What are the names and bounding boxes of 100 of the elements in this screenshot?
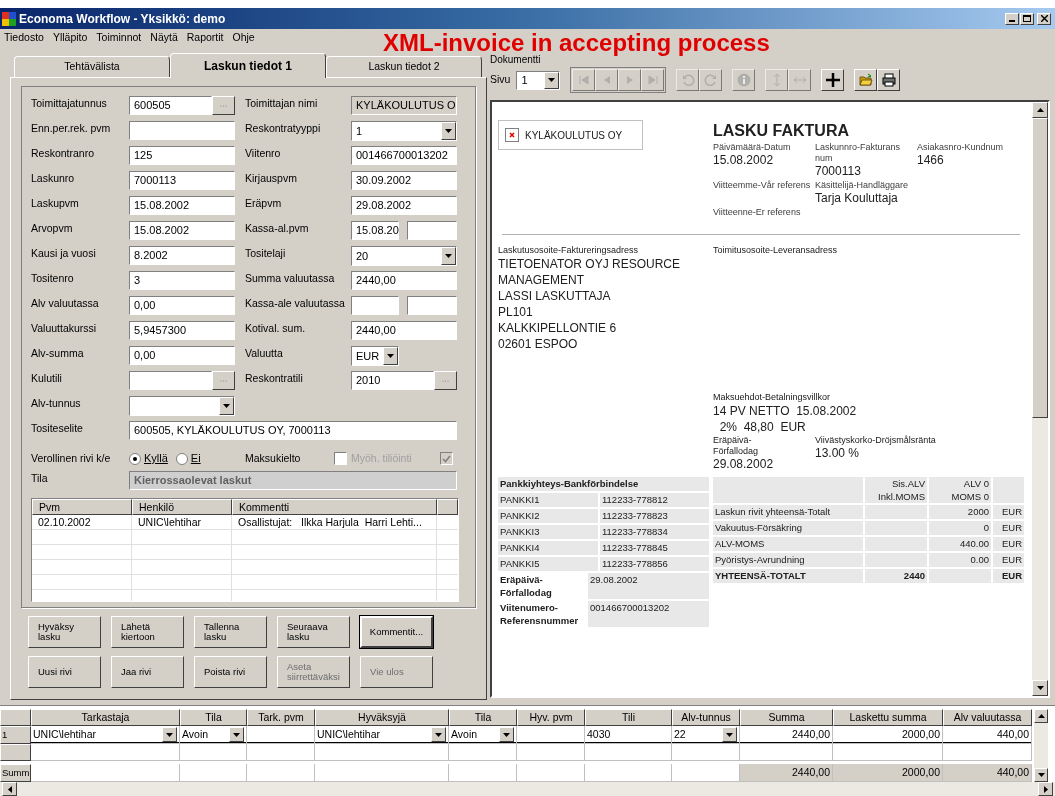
input-field[interactable]: 29.08.2002 (351, 196, 457, 215)
action-button[interactable]: Hyväksy lasku (28, 616, 101, 648)
input-field[interactable]: 600505 (129, 96, 212, 115)
table-cell[interactable]: UNIC\lehtihar (31, 726, 180, 744)
field-caption: Viivästyskorko-Dröjsmålsränta (815, 435, 936, 446)
dropdown-field[interactable]: EUR (351, 346, 399, 366)
action-button[interactable]: Lähetä kiertoon (111, 616, 184, 648)
table-cell[interactable] (672, 744, 740, 761)
tab[interactable]: Laskun tiedot 1 (170, 53, 326, 78)
checkbox[interactable] (334, 452, 347, 465)
table-cell: 2000 (929, 505, 991, 519)
column-header[interactable]: Tila (449, 709, 517, 726)
column-header[interactable]: Kommentti (232, 499, 437, 515)
menu-item[interactable]: Tiedosto (4, 30, 44, 46)
menu-item[interactable]: Toiminnot (96, 30, 142, 46)
table-cell: 2440 (865, 569, 927, 583)
dropdown-field[interactable] (129, 396, 235, 416)
vertical-scrollbar[interactable] (1034, 709, 1048, 782)
input-field[interactable]: 125 (129, 146, 235, 165)
input-field[interactable]: 15.08.2002 (129, 196, 235, 215)
dropdown-button[interactable] (383, 347, 398, 365)
input-field[interactable]: 15.08.2002 (129, 221, 235, 240)
action-button[interactable]: Jaa rivi (111, 656, 184, 688)
dropdown-button[interactable] (441, 247, 456, 265)
column-header[interactable]: Henkilö (132, 499, 232, 515)
input-field[interactable] (407, 296, 457, 315)
table-cell: EUR (993, 569, 1024, 583)
table-cell[interactable] (315, 744, 449, 761)
column-header[interactable]: Hyväksyjä (315, 709, 449, 726)
menu-item[interactable]: Ohje (232, 30, 255, 46)
input-field[interactable] (407, 221, 457, 240)
table-cell[interactable]: Avoin (180, 726, 247, 744)
input-field[interactable] (129, 371, 212, 390)
dropdown-button[interactable] (219, 397, 234, 415)
column-header[interactable]: Alv-tunnus (672, 709, 740, 726)
table-cell[interactable] (31, 744, 180, 761)
menu-item[interactable]: Raportit (186, 30, 224, 46)
input-field[interactable]: 7000113 (129, 171, 235, 190)
action-button[interactable]: Seuraava lasku (277, 616, 350, 648)
input-field[interactable]: 2440,00 (351, 321, 457, 340)
toolbar-button[interactable] (821, 69, 845, 91)
table-cell[interactable] (449, 744, 517, 761)
column-header[interactable]: Summa (740, 709, 833, 726)
input-field[interactable]: 15.08.20 (351, 221, 399, 240)
horizontal-scrollbar[interactable] (0, 782, 1055, 796)
table-cell[interactable]: UNIC\lehtihar (315, 726, 449, 744)
tab[interactable]: Laskun tiedot 2 (326, 56, 482, 77)
field-label: Alv-tunnus (31, 396, 82, 411)
close-button[interactable] (1037, 12, 1051, 25)
action-button[interactable]: Uusi rivi (28, 656, 101, 688)
vertical-scrollbar[interactable] (1032, 102, 1048, 696)
dropdown-field[interactable]: 20 (351, 246, 457, 266)
action-button[interactable]: Poista rivi (194, 656, 267, 688)
column-header[interactable]: Tark. pvm (247, 709, 315, 726)
input-field[interactable]: 2440,00 (351, 271, 457, 290)
browse-button[interactable] (434, 371, 457, 390)
input-field[interactable]: 5,9457300 (129, 321, 235, 340)
radio-button[interactable] (129, 452, 141, 465)
column-header[interactable]: Hyv. pvm (517, 709, 585, 726)
menu-item[interactable]: Näytä (150, 30, 178, 46)
dropdown-button[interactable] (544, 71, 560, 89)
column-header[interactable]: Tarkastaja (31, 709, 180, 726)
input-field[interactable]: 0,00 (129, 346, 235, 365)
menu-item[interactable]: Ylläpito (52, 30, 88, 46)
table-cell[interactable]: Avoin (449, 726, 517, 744)
input-field[interactable]: 2010 (351, 371, 434, 390)
maximize-button[interactable] (1020, 12, 1034, 25)
toolbar-button[interactable] (854, 69, 878, 91)
field-caption: Maksuehdot-Betalningsvillkor (713, 392, 832, 403)
toolbar-button[interactable] (877, 69, 901, 91)
rotate-right-icon (703, 73, 718, 87)
page-dropdown[interactable]: 1 (516, 70, 561, 90)
column-header[interactable]: Alv valuutassa (943, 709, 1032, 726)
column-header[interactable]: Tila (180, 709, 247, 726)
column-header[interactable]: Tili (585, 709, 672, 726)
browse-button[interactable] (212, 371, 235, 390)
column-header[interactable]: Laskettu summa (833, 709, 943, 726)
column-header[interactable]: Pvm (32, 499, 132, 515)
input-field[interactable]: 0,00 (129, 296, 235, 315)
input-field[interactable]: 001466700013202 (351, 146, 457, 165)
tab[interactable]: Tehtävälista (14, 56, 170, 77)
browse-button[interactable] (212, 96, 235, 115)
input-field[interactable] (129, 121, 235, 140)
field-label: Tositenro (31, 271, 75, 286)
dropdown-button[interactable] (441, 122, 456, 140)
input-field[interactable]: 600505, KYLÄKOULUTUS OY, 7000113 (129, 421, 457, 440)
dropdown-field[interactable]: 1 (351, 121, 457, 141)
action-button[interactable]: Kommentit... (360, 616, 433, 648)
input-field[interactable] (351, 296, 399, 315)
scroll-thumb[interactable] (1032, 118, 1048, 418)
table-cell: 4030 (585, 726, 672, 744)
input-field[interactable]: 30.09.2002 (351, 171, 457, 190)
input-field[interactable]: 8.2002 (129, 246, 235, 265)
minimize-button[interactable] (1005, 12, 1019, 25)
field-label: Summa valuutassa (245, 271, 336, 286)
radio-button[interactable] (175, 452, 188, 465)
action-button[interactable]: Tallenna lasku (194, 616, 267, 648)
input-field[interactable]: 3 (129, 271, 235, 290)
table-cell[interactable] (180, 744, 247, 761)
table-cell[interactable]: 22 (672, 726, 740, 744)
